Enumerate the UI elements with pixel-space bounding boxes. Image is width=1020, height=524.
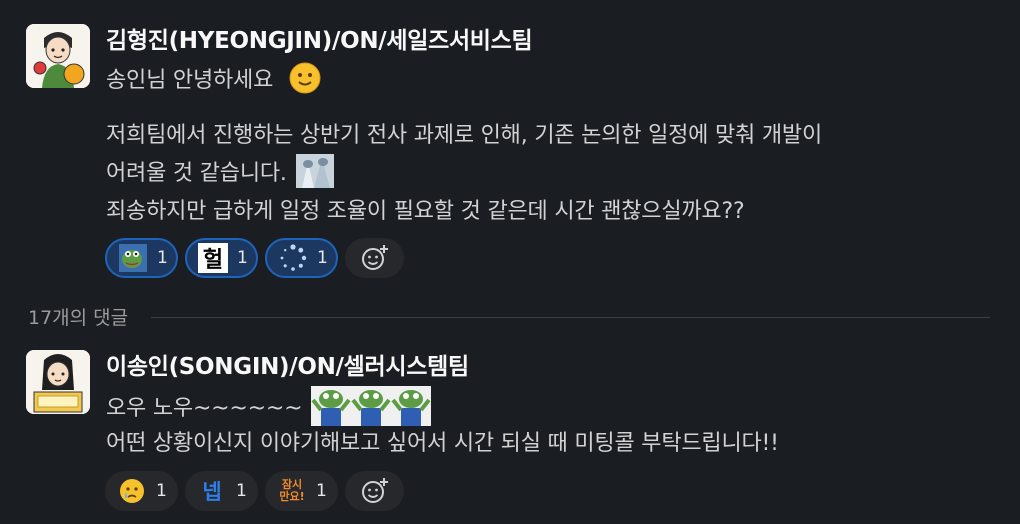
message-text-line: 죄송하지만 급하게 일정 조율이 필요할 것 같은데 시간 괜찮으실까요??: [106, 199, 745, 224]
reaction-count: 1: [157, 248, 168, 268]
message-text: 오우 노우~~~~~~: [106, 396, 303, 421]
crying-face-icon: [117, 476, 147, 506]
reaction-count: 1: [316, 481, 327, 501]
meme-image-icon: [295, 154, 334, 194]
reaction-heol[interactable]: 헐 1: [185, 238, 258, 278]
reaction-crying[interactable]: 1: [105, 471, 178, 511]
reaction-loading[interactable]: 1: [265, 238, 338, 278]
wait-label-bottom: 만요!: [279, 490, 305, 503]
message-author[interactable]: 김형진(HYEONGJIN)/ON/세일즈서비스팀: [106, 21, 533, 55]
heol-text-icon: 헐: [198, 243, 228, 273]
message-text-line: 어떤 상황이신지 이야기해보고 싶어서 시간 되실 때 미팅콜 부탁드립니다!!: [106, 431, 779, 456]
add-reaction-icon: [361, 245, 388, 270]
nep-text-icon: 넵: [197, 476, 227, 506]
message-text-line: 저희팀에서 진행하는 상반기 전사 과제로 인해, 기존 논의한 일정에 맞춰 …: [106, 123, 823, 148]
loading-spinner-icon: [278, 243, 308, 273]
avatar-hyeongjin[interactable]: [26, 24, 90, 88]
reaction-wait[interactable]: 잠시 만요! 1: [265, 471, 338, 511]
add-reaction-button[interactable]: [345, 238, 404, 278]
message-text-line: 송인님 안녕하세요: [106, 61, 322, 101]
message-text: 송인님 안녕하세요: [106, 68, 274, 93]
add-reaction-button[interactable]: [345, 471, 404, 511]
divider-line: [151, 317, 990, 318]
reaction-count: 1: [236, 481, 247, 501]
wait-please-icon: 잠시 만요!: [277, 476, 307, 506]
message-text-line: 어려울 것 같습니다.: [106, 154, 334, 194]
frog-meme-icon: [118, 243, 148, 273]
avatar-songin[interactable]: [26, 350, 90, 414]
nep-label: 넵: [202, 480, 222, 504]
reaction-nep[interactable]: 넵 1: [185, 471, 258, 511]
slightly-smiling-face-icon: [288, 61, 322, 101]
reply-count-label: 17개의 댓글: [28, 307, 129, 329]
reaction-count: 1: [156, 481, 167, 501]
reaction-count: 1: [317, 248, 328, 268]
message-author[interactable]: 이송인(SONGIN)/ON/셀러시스템팀: [106, 347, 469, 381]
add-reaction-icon: [361, 478, 388, 503]
thread-divider: 17개의 댓글: [28, 303, 1020, 333]
reaction-count: 1: [237, 248, 248, 268]
heol-label: 헐: [202, 248, 224, 273]
message-text: 어려울 것 같습니다.: [106, 161, 287, 186]
reaction-frog[interactable]: 1: [105, 238, 178, 278]
